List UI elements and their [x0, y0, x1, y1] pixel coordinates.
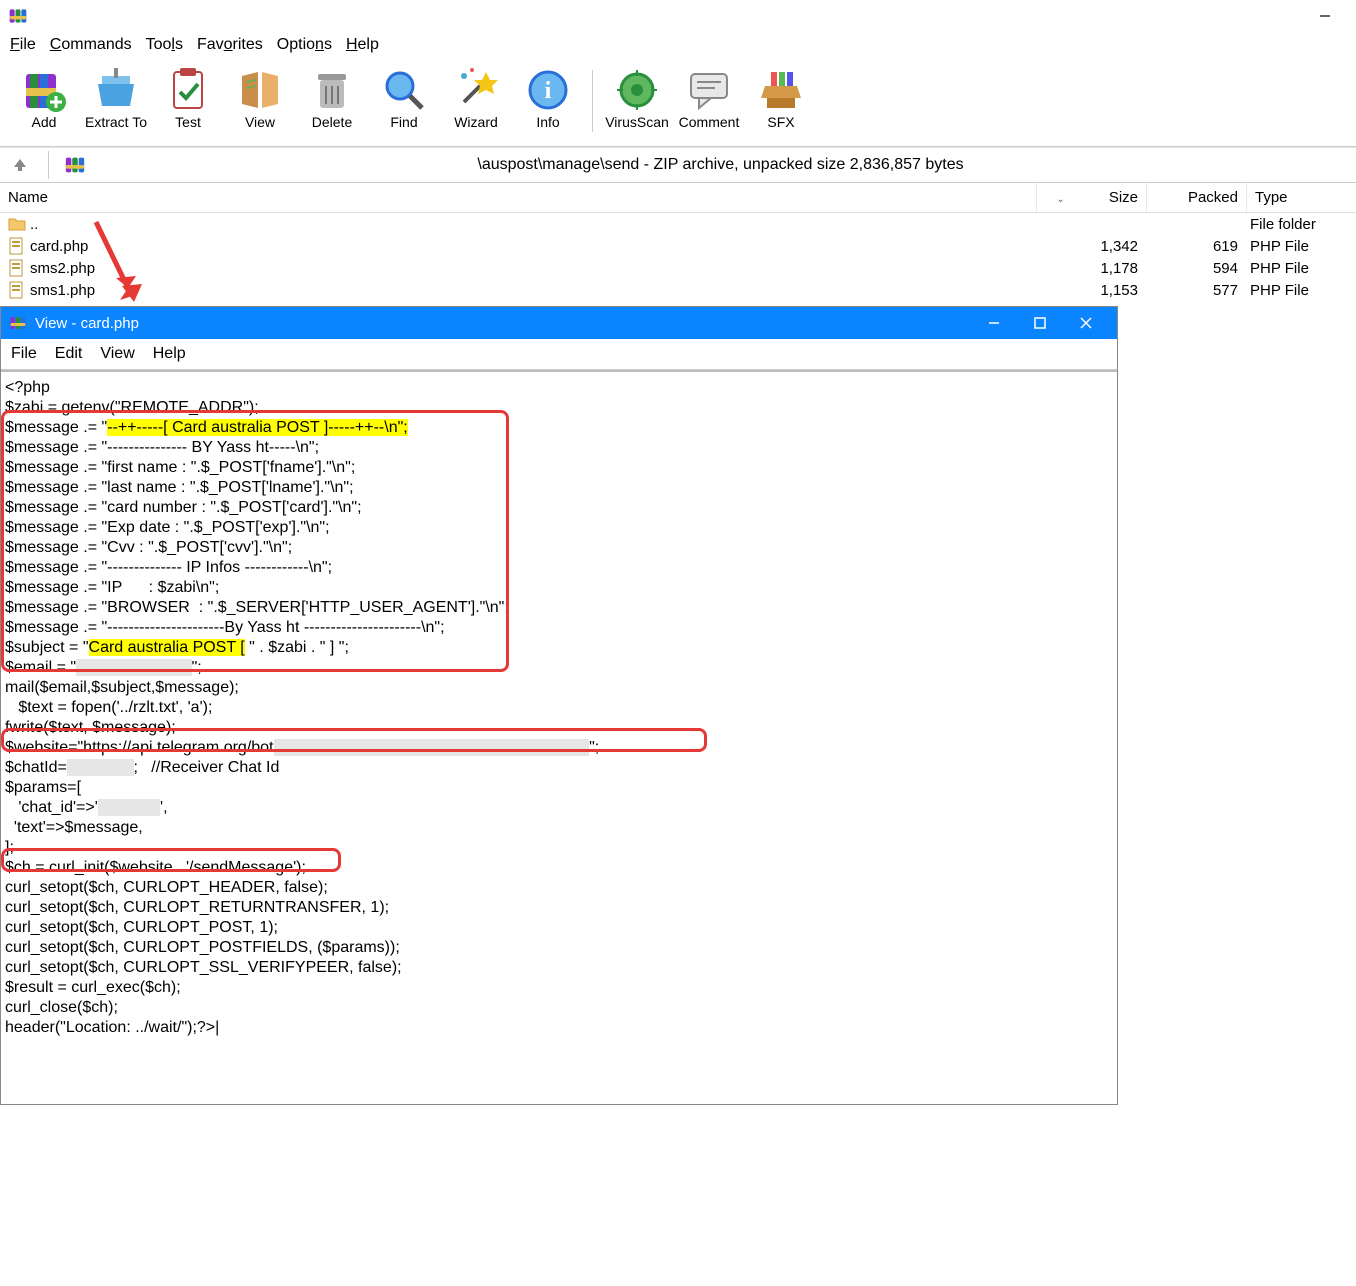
add-label: Add	[32, 114, 57, 130]
php-file-icon	[8, 259, 26, 277]
toolbar-separator	[592, 70, 593, 132]
main-titlebar	[0, 0, 1356, 32]
col-name[interactable]: Name	[0, 183, 1036, 212]
menu-tools[interactable]: Tools	[146, 36, 183, 54]
extract-button[interactable]: Extract To	[80, 64, 152, 134]
file-list: .. File folder card.php 1,342 619 PHP Fi…	[0, 213, 1356, 301]
add-button[interactable]: Add	[8, 64, 80, 134]
virusscan-button[interactable]: VirusScan	[601, 64, 673, 134]
php-file-icon	[8, 237, 26, 255]
archive-icon	[63, 153, 87, 177]
up-arrow-icon[interactable]	[8, 153, 32, 177]
menu-commands[interactable]: Commands	[50, 36, 132, 54]
file-row[interactable]: sms2.php 1,178 594 PHP File	[0, 257, 1356, 279]
viewer-titlebar[interactable]: View - card.php	[1, 307, 1117, 339]
comment-icon	[685, 66, 733, 114]
test-icon	[164, 66, 212, 114]
redacted-chatid2	[98, 799, 160, 816]
winrar-icon	[9, 314, 27, 332]
redacted-bot-token	[274, 739, 590, 756]
view-icon	[236, 66, 284, 114]
view-label: View	[245, 114, 275, 130]
col-size[interactable]: ⌄Size	[1036, 183, 1146, 212]
sfx-button[interactable]: SFX	[745, 64, 817, 134]
viewer-menubar: File Edit View Help	[1, 339, 1117, 370]
delete-icon	[308, 66, 356, 114]
virus-icon	[613, 66, 661, 114]
view-button[interactable]: View	[224, 64, 296, 134]
find-icon	[380, 66, 428, 114]
wizard-icon	[452, 66, 500, 114]
col-type[interactable]: Type	[1246, 183, 1356, 212]
test-label: Test	[175, 114, 201, 130]
delete-button[interactable]: Delete	[296, 64, 368, 134]
main-toolbar: Add Extract To Test	[0, 60, 1356, 147]
test-button[interactable]: Test	[152, 64, 224, 134]
path-bar: \auspost\manage\send - ZIP archive, unpa…	[0, 147, 1356, 183]
redacted-email	[76, 659, 192, 676]
code-view[interactable]: <?php $zabi = getenv("REMOTE_ADDR"); $me…	[1, 370, 1117, 1104]
path-text[interactable]: \auspost\manage\send - ZIP archive, unpa…	[93, 156, 1348, 174]
delete-label: Delete	[312, 114, 352, 130]
sfx-label: SFX	[767, 114, 794, 130]
highlight-card-post: --++-----[ Card australia POST ]-----++-…	[107, 419, 408, 436]
winrar-icon	[8, 6, 28, 26]
file-row[interactable]: sms1.php 1,153 577 PHP File	[0, 279, 1356, 301]
comment-button[interactable]: Comment	[673, 64, 745, 134]
archive-add-icon	[20, 66, 68, 114]
extract-label: Extract To	[85, 114, 147, 130]
viewer-title-text: View - card.php	[35, 315, 139, 332]
viewer-maximize-button[interactable]	[1017, 309, 1063, 337]
viewer-minimize-button[interactable]	[971, 309, 1017, 337]
viewer-menu-help[interactable]: Help	[153, 345, 186, 363]
scan-label: VirusScan	[605, 114, 669, 130]
svg-text:i: i	[545, 78, 552, 104]
extract-icon	[92, 66, 140, 114]
php-file-icon	[8, 281, 26, 299]
col-packed[interactable]: Packed	[1146, 183, 1246, 212]
info-label: Info	[536, 114, 559, 130]
sfx-icon	[757, 66, 805, 114]
minimize-button[interactable]	[1302, 1, 1348, 31]
sort-indicator-icon: ⌄	[1056, 194, 1064, 205]
viewer-menu-file[interactable]: File	[11, 345, 37, 363]
menu-favorites[interactable]: Favorites	[197, 36, 263, 54]
wizard-button[interactable]: Wizard	[440, 64, 512, 134]
viewer-close-button[interactable]	[1063, 309, 1109, 337]
info-icon: i	[524, 66, 572, 114]
find-button[interactable]: Find	[368, 64, 440, 134]
folder-icon	[8, 215, 26, 233]
wizard-label: Wizard	[454, 114, 498, 130]
viewer-menu-view[interactable]: View	[100, 345, 134, 363]
viewer-menu-edit[interactable]: Edit	[55, 345, 83, 363]
redacted-chatid	[67, 759, 134, 776]
info-button[interactable]: i Info	[512, 64, 584, 134]
comment-label: Comment	[679, 114, 740, 130]
viewer-window: View - card.php File Edit View Help <?ph…	[0, 306, 1118, 1105]
file-row[interactable]: card.php 1,342 619 PHP File	[0, 235, 1356, 257]
file-row-parent[interactable]: .. File folder	[0, 213, 1356, 235]
highlight-subject: Card australia POST [	[89, 639, 245, 656]
find-label: Find	[390, 114, 417, 130]
file-list-header: Name ⌄Size Packed Type	[0, 183, 1356, 213]
menu-help[interactable]: Help	[346, 36, 379, 54]
menu-options[interactable]: Options	[277, 36, 332, 54]
main-menubar: File Commands Tools Favorites Options He…	[0, 32, 1356, 60]
menu-file[interactable]: File	[10, 36, 36, 54]
